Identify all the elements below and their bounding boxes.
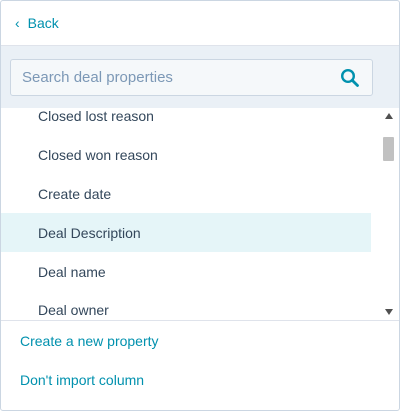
scroll-down-arrow-icon[interactable]	[378, 305, 399, 319]
create-property-link[interactable]: Create a new property	[1, 321, 399, 360]
list-item-label: Closed won reason	[38, 147, 158, 164]
search-area	[1, 45, 399, 108]
list-item-label: Deal name	[38, 263, 106, 280]
list-item-label: Deal owner	[38, 302, 109, 319]
dont-import-column-link[interactable]: Don't import column	[1, 360, 399, 399]
back-link[interactable]: ‹ Back	[1, 1, 399, 45]
list-item[interactable]: Closed lost reason	[1, 108, 371, 136]
scroll-up-arrow-icon[interactable]	[378, 109, 399, 123]
search-icon[interactable]	[340, 68, 360, 88]
property-list[interactable]: Closed lost reason Closed won reason Cre…	[1, 108, 399, 320]
list-item-label: Closed lost reason	[38, 108, 154, 125]
property-mapping-panel: ‹ Back Closed lost reason Closed won rea…	[0, 0, 400, 411]
search-box	[10, 58, 373, 96]
list-item[interactable]: Deal owner	[1, 291, 371, 320]
list-item-label: Create date	[38, 185, 112, 202]
list-item-highlighted[interactable]: Deal Description	[1, 213, 371, 253]
list-scrollbar[interactable]	[378, 108, 399, 320]
list-item-label: Deal Description	[38, 224, 141, 241]
footer-actions: Create a new property Don't import colum…	[1, 320, 399, 399]
property-list-items: Closed lost reason Closed won reason Cre…	[1, 108, 371, 320]
scrollbar-thumb[interactable]	[383, 137, 394, 161]
chevron-left-icon: ‹	[15, 15, 20, 31]
back-label: Back	[27, 15, 59, 31]
list-item[interactable]: Closed won reason	[1, 136, 371, 175]
search-input[interactable]	[11, 59, 372, 95]
list-item[interactable]: Create date	[1, 175, 371, 214]
list-item[interactable]: Deal name	[1, 252, 371, 291]
